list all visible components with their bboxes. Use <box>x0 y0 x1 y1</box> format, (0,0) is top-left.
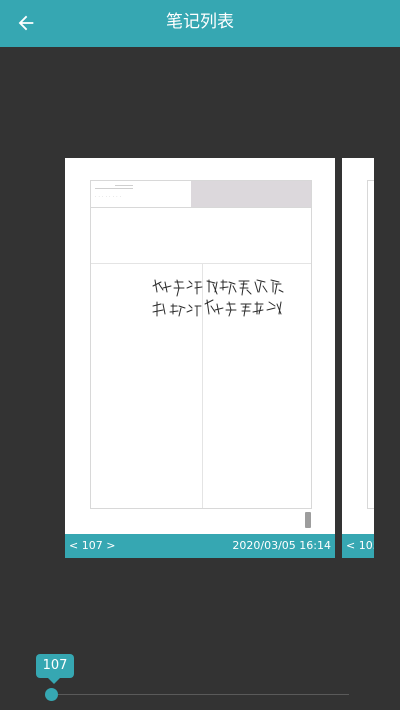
note-timestamp: 2020/03/05 16:14 <box>232 539 331 552</box>
next-note-card[interactable]: < 105 <box>342 158 374 558</box>
page-divider-horizontal <box>91 263 311 264</box>
slider-value-bubble: 107 <box>36 654 74 684</box>
scrollbar-thumb[interactable] <box>305 512 311 528</box>
app-bar: 笔记列表 <box>0 0 400 47</box>
page-header: · · · · · · · · <box>91 181 311 208</box>
page-title: 笔记列表 <box>166 12 234 32</box>
card-footer: < 107 > 2020/03/05 16:14 <box>65 534 335 558</box>
page-number: < 105 <box>346 539 374 552</box>
note-page-preview: · · · · · · · · <box>90 180 312 509</box>
page-number: < 107 > <box>69 539 116 552</box>
note-card[interactable]: · · · · · · · · < 107 > 2020/03/05 16:14 <box>65 158 335 558</box>
handwriting-sketch <box>152 279 284 317</box>
date-field: · · · · · · · · <box>91 181 191 207</box>
note-page-preview <box>367 180 374 509</box>
card-footer: < 105 <box>342 534 374 558</box>
page-slider[interactable] <box>52 694 349 695</box>
header-shaded-area <box>191 181 311 207</box>
slider-thumb[interactable] <box>45 688 58 701</box>
